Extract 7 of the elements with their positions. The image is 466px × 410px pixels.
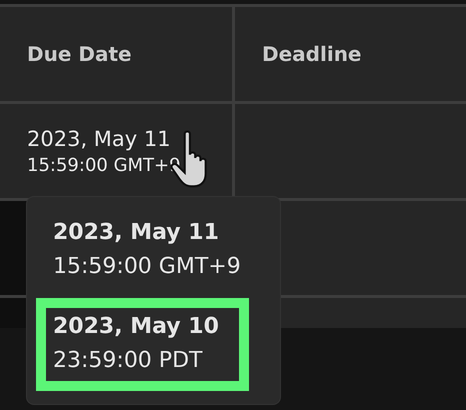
time-text: 23:59:00 PDT [53, 346, 204, 375]
date-text: 2023, May 11 [27, 126, 172, 150]
column-header[interactable]: Deadline [235, 7, 466, 101]
time-text: 15:59:00 GMT+9 [53, 252, 241, 281]
column-header[interactable]: Due Date [0, 7, 232, 101]
date-text: 2023, May 10 [53, 313, 219, 342]
date-text: 2023, May 11 [53, 219, 220, 247]
